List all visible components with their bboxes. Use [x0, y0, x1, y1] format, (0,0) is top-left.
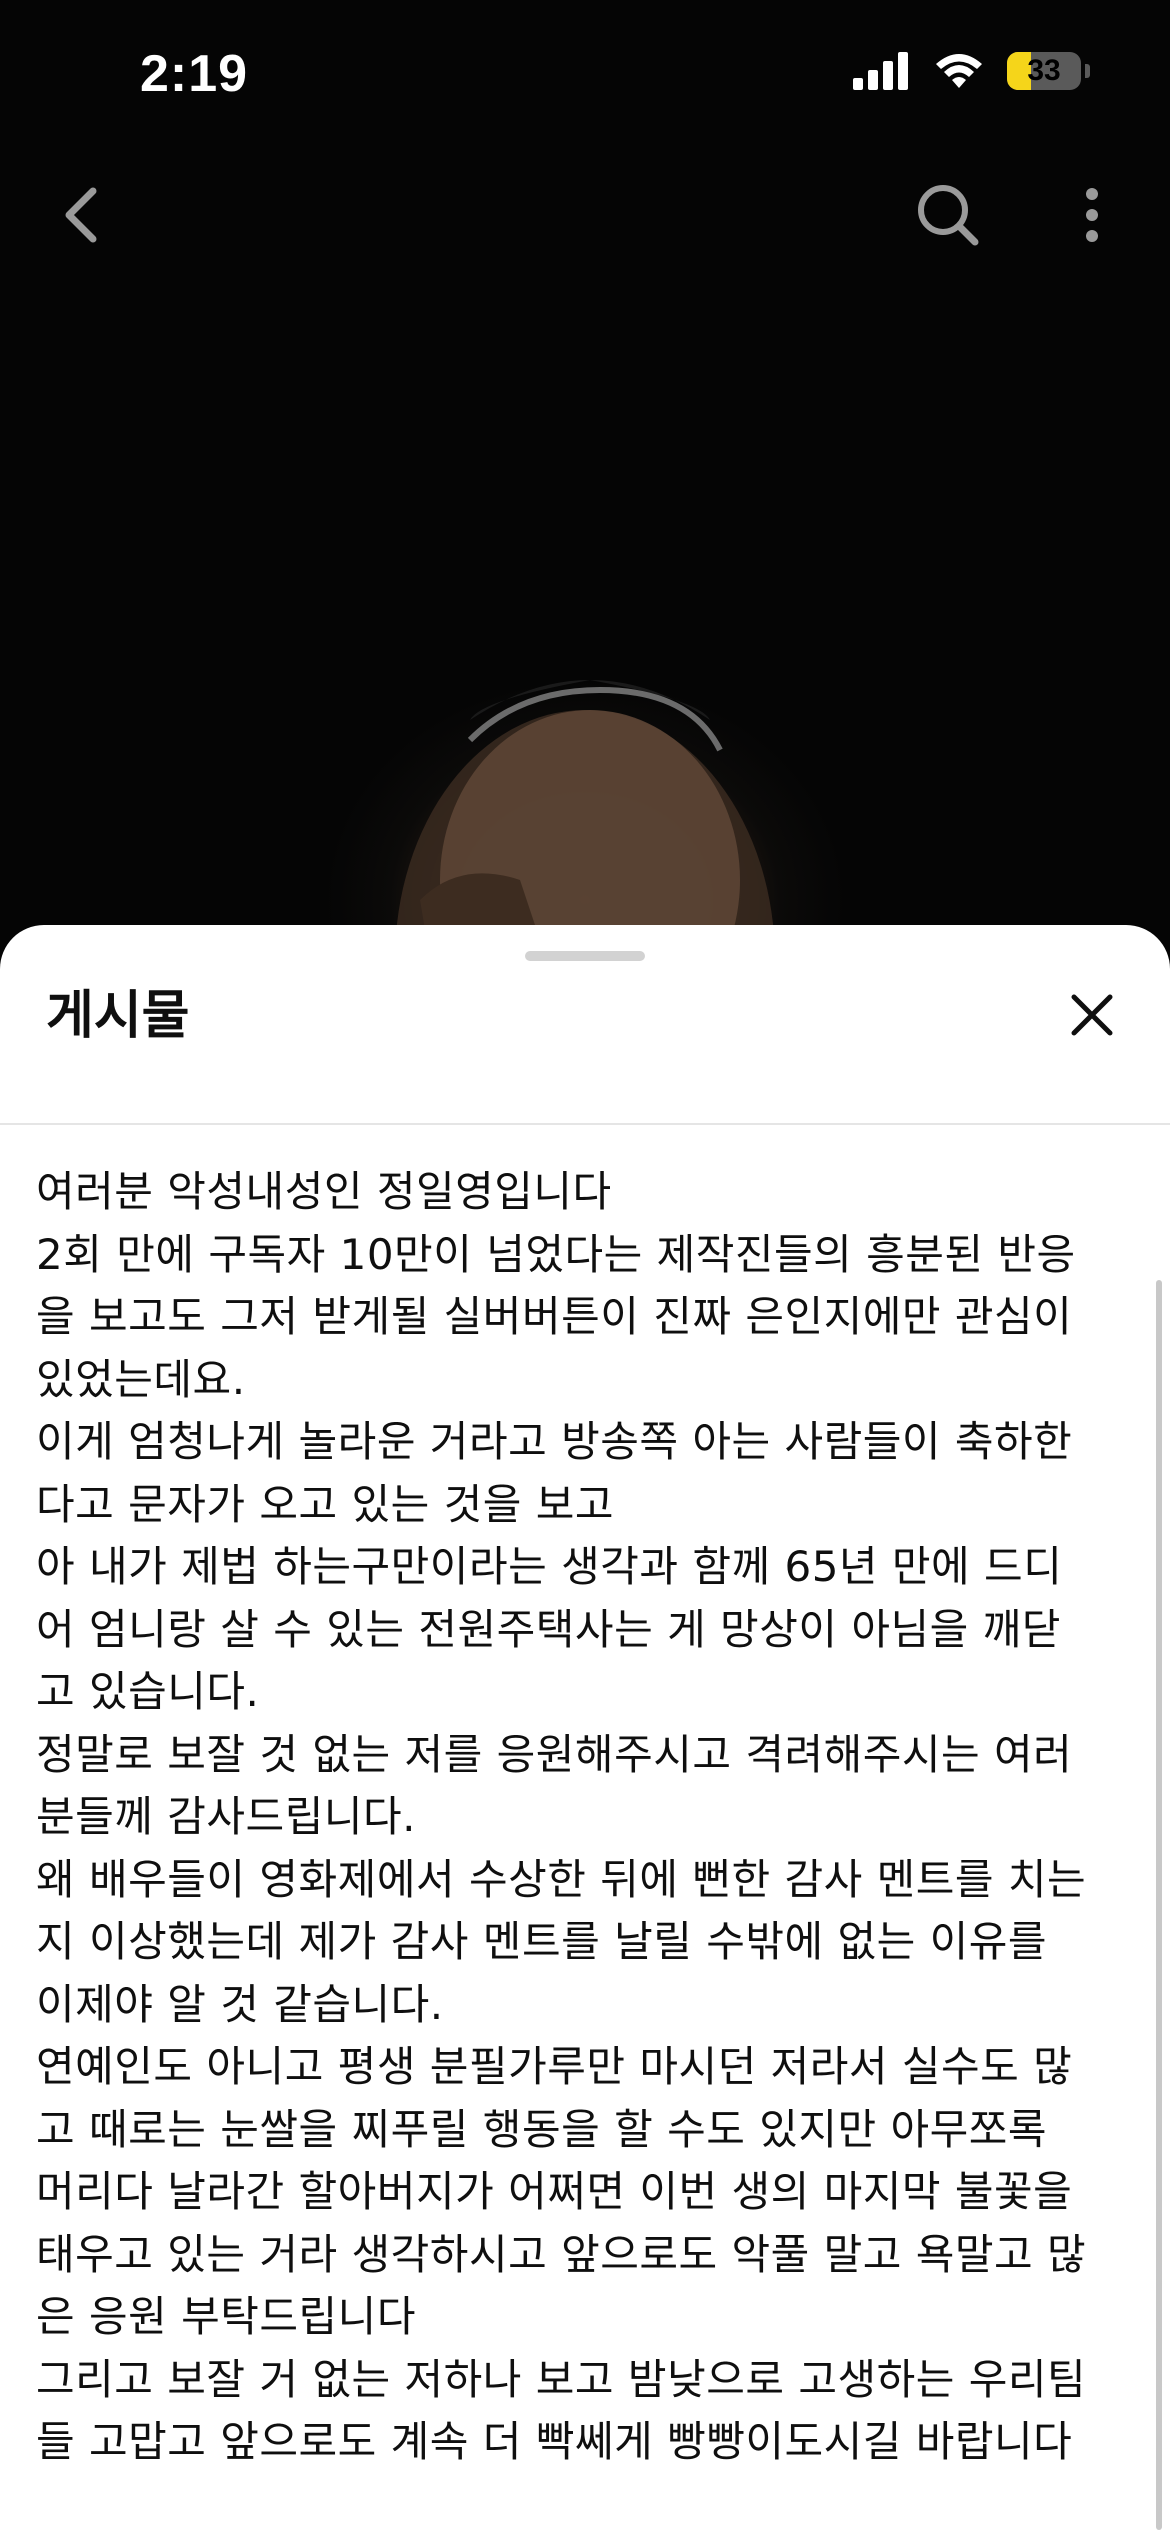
post-text-line: 이게 엄청나게 놀라운 거라고 방송쪽 아는 사람들이 축하한: [36, 1417, 1073, 1466]
more-vertical-icon: [1086, 188, 1098, 242]
post-text-line: 머리다 날라간 할아버지가 어쩌면 이번 생의 마지막 불꽃을: [36, 2167, 1073, 2216]
post-text-line: 그리고 보잘 거 없는 저하나 보고 밤낮으로 고생하는 우리팀: [36, 2354, 1087, 2404]
post-text-line: 왜 배우들이 영화제에서 수상한 뒤에 뻔한 감사 멘트를 치는: [36, 1854, 1087, 1904]
post-text-line: 아 내가 제법 하는구만이라는 생각과 함께 65년 만에 드디: [36, 1542, 1063, 1591]
back-arrow-icon: [65, 187, 97, 243]
sheet-title: 게시물: [46, 986, 190, 1046]
top-nav: [0, 160, 1170, 270]
cellular-signal-icon: [853, 52, 908, 90]
status-icons: 33: [853, 52, 1090, 90]
post-body: 여러분 악성내성인 정일영입니다 2회 만에 구독자 10만이 넘었다는 제작진들…: [36, 1161, 1136, 2474]
post-text-line: 정말로 보잘 것 없는 저를 응원해주시고 격려해주시는 여러: [36, 1729, 1073, 1779]
status-time: 2:19: [140, 45, 249, 103]
close-button[interactable]: [1042, 965, 1142, 1065]
post-bottom-sheet: 게시물 여러분 악성내성인 정일영입니다 2회 만에 구독자 10만이 넘었다는 …: [0, 925, 1170, 2532]
header-divider: [0, 1123, 1170, 1125]
video-background: [0, 0, 1170, 1000]
battery-icon: 33: [1007, 52, 1081, 90]
post-text-line: 어 엄니랑 살 수 있는 전원주택사는 게 망상이 아님을 깨닫: [36, 1604, 1061, 1654]
search-button[interactable]: [893, 160, 1003, 270]
post-text-line: 2회 만에 구독자 10만이 넘었다는 제작진들의 흥분된 반응: [36, 1229, 1076, 1279]
drag-handle[interactable]: [525, 951, 645, 961]
status-bar: 2:19 33: [0, 0, 1170, 150]
post-text-line: 분들께 감사드립니다.: [36, 1792, 416, 1841]
post-text-line: 있었는데요.: [36, 1354, 246, 1404]
back-button[interactable]: [25, 160, 135, 270]
post-text-line: 다고 문자가 오고 있는 것을 보고: [36, 1479, 615, 1529]
video-frame-person: [395, 680, 775, 1000]
post-text-line: 고 있습니다.: [36, 1667, 260, 1716]
battery-percent: 33: [1027, 54, 1061, 87]
post-text-line: 은 응원 부탁드립니다: [36, 2292, 416, 2341]
more-options-button[interactable]: [1037, 160, 1147, 270]
post-text-line: 여러분 악성내성인 정일영입니다: [36, 1167, 612, 1216]
post-text-line: 고 때로는 눈쌀을 찌푸릴 행동을 할 수도 있지만 아무쪼록: [36, 2104, 1048, 2154]
battery-tip: [1085, 64, 1090, 78]
post-text-line: 이제야 알 것 같습니다.: [36, 1979, 444, 2029]
post-text-line: 태우고 있는 거라 생각하시고 앞으로도 악풀 말고 욕말고 많: [36, 2229, 1087, 2279]
search-icon: [918, 185, 979, 246]
sheet-header: 게시물: [0, 985, 1170, 1047]
post-text-line: 지 이상했는데 제가 감사 멘트를 날릴 수밖에 없는 이유를: [36, 1917, 1048, 1966]
wifi-icon: [936, 54, 982, 88]
post-text-line: 을 보고도 그저 받게될 실버버튼이 진짜 은인지에만 관심이: [36, 1292, 1073, 1341]
post-text-line: 들 고맙고 앞으로도 계속 더 빡쎄게 빵빵이도시길 바랍니다: [36, 2417, 1073, 2466]
post-text-line: 연예인도 아니고 평생 분필가루만 마시던 저라서 실수도 많: [36, 2042, 1073, 2091]
close-icon: [1071, 994, 1113, 1036]
scrollbar[interactable]: [1156, 1280, 1162, 2530]
